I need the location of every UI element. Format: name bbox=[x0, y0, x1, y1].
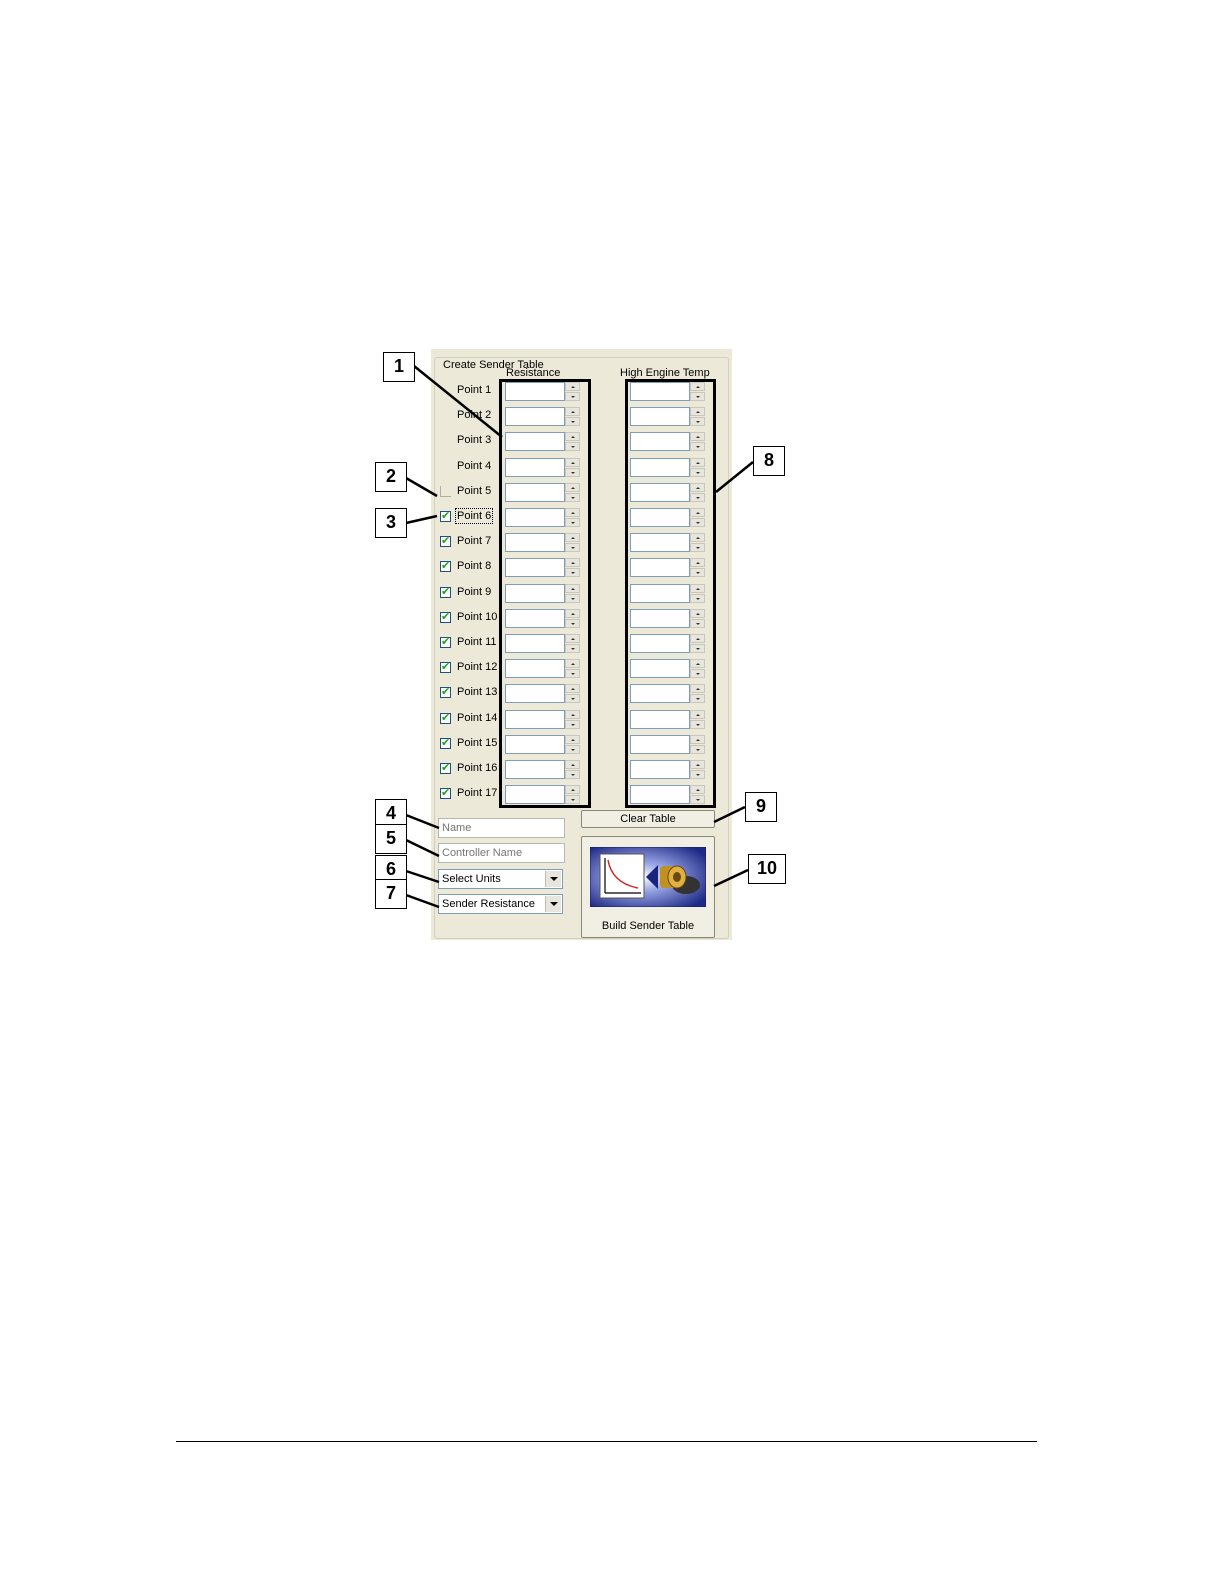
callout-2: 2 bbox=[375, 462, 407, 492]
callout-1: 1 bbox=[383, 352, 415, 382]
footer-rule bbox=[176, 1441, 1037, 1442]
callout-9: 9 bbox=[745, 792, 777, 822]
callout-7: 7 bbox=[375, 879, 407, 909]
callout-10: 10 bbox=[748, 854, 786, 884]
callout-leader-lines bbox=[405, 365, 754, 909]
callout-5: 5 bbox=[375, 824, 407, 854]
callout-3: 3 bbox=[375, 508, 407, 538]
callout-8: 8 bbox=[753, 446, 785, 476]
